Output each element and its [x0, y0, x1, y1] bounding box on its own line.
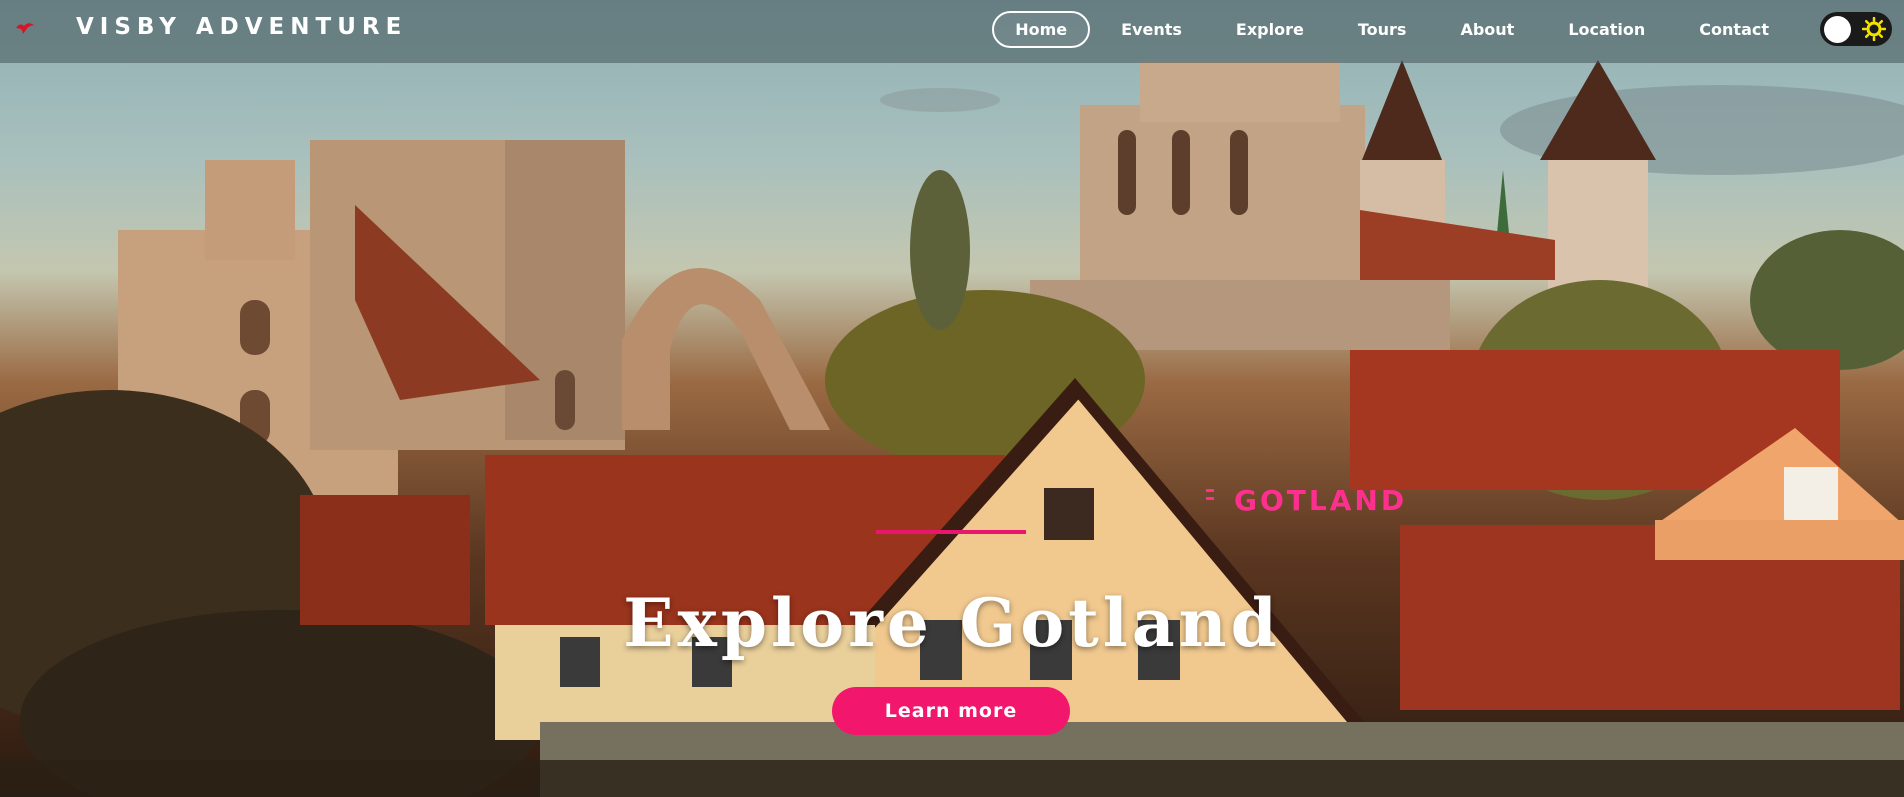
theme-toggle[interactable]: [1820, 12, 1892, 46]
nav-item-home[interactable]: Home: [992, 11, 1091, 48]
nav-item-explore[interactable]: Explore: [1213, 11, 1327, 48]
learn-more-button[interactable]: Learn more: [832, 687, 1070, 735]
main-navigation: Home Events Explore Tours About Location…: [984, 11, 1792, 48]
nav-item-about[interactable]: About: [1437, 11, 1537, 48]
nav-item-location[interactable]: Location: [1545, 11, 1668, 48]
red-gull-logo-icon[interactable]: [14, 20, 36, 36]
hero-title: Explore Gotland: [623, 584, 1281, 662]
navbar: VISBY ADVENTURE Home Events Explore Tour…: [0, 0, 1904, 63]
hero-section: VISBY ADVENTURE Home Events Explore Tour…: [0, 0, 1904, 797]
eyebrow-dash-icon: [1206, 489, 1214, 500]
nav-item-events[interactable]: Events: [1098, 11, 1205, 48]
accent-divider: [876, 530, 1026, 534]
toggle-knob: [1824, 16, 1851, 43]
nav-item-tours[interactable]: Tours: [1335, 11, 1430, 48]
brand-name[interactable]: VISBY ADVENTURE: [76, 14, 407, 40]
nav-item-contact[interactable]: Contact: [1676, 11, 1792, 48]
hero-eyebrow: GOTLAND: [1234, 484, 1408, 517]
sun-icon: [1862, 17, 1886, 41]
hero-background-image: [0, 60, 1904, 797]
